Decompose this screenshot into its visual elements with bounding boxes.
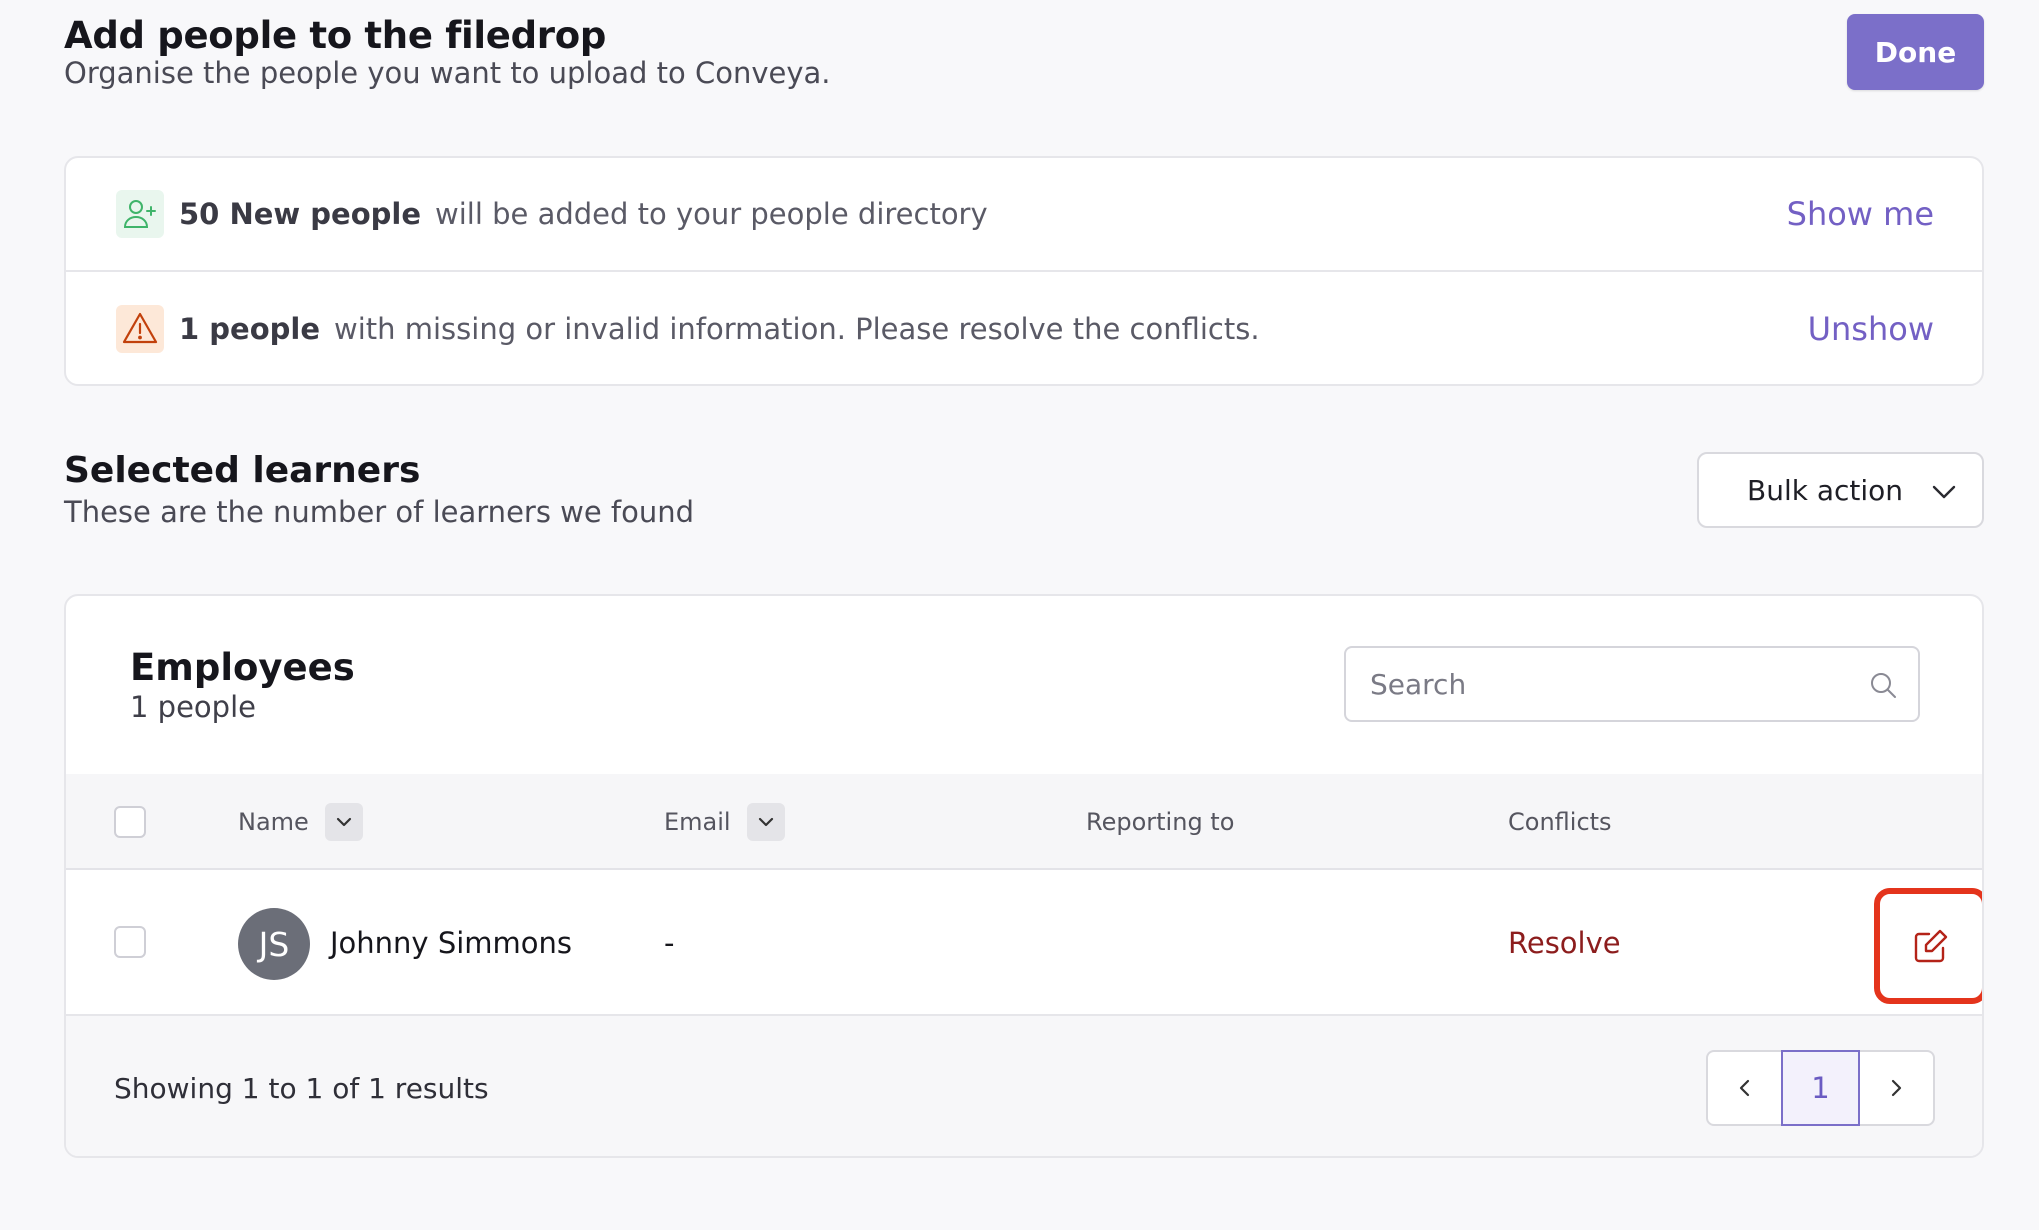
show-me-link[interactable]: Show me	[1787, 195, 1934, 233]
edit-button[interactable]	[1874, 888, 1982, 1004]
chevron-down-icon	[758, 817, 773, 827]
employees-card: Employees 1 people Name	[64, 594, 1984, 1158]
conflicts-notice: 1 people with missing or invalid informat…	[66, 272, 1982, 386]
email-sort-button[interactable]	[746, 803, 785, 841]
page-1-button[interactable]: 1	[1781, 1050, 1860, 1126]
search-input[interactable]	[1346, 648, 1826, 720]
user-plus-icon	[116, 190, 164, 238]
employees-title: Employees	[130, 646, 355, 689]
table-footer: Showing 1 to 1 of 1 results 1	[66, 1016, 1982, 1156]
employee-email: -	[664, 926, 675, 960]
conflicts-text: 1 people with missing or invalid informat…	[179, 312, 1260, 346]
page-subtitle: Organise the people you want to upload t…	[64, 56, 831, 90]
selected-learners-title: Selected learners	[64, 450, 421, 491]
selected-learners-subtitle: These are the number of learners we foun…	[64, 495, 695, 529]
bulk-action-dropdown[interactable]: Bulk action	[1697, 452, 1984, 528]
new-people-text: 50 New people will be added to your peopl…	[179, 197, 988, 231]
results-summary: Showing 1 to 1 of 1 results	[114, 1071, 489, 1105]
employee-name: Johnny Simmons	[330, 926, 573, 960]
chevron-down-icon	[336, 817, 351, 827]
bulk-action-label: Bulk action	[1747, 473, 1904, 507]
table-row: JS Johnny Simmons - Resolve	[66, 870, 1982, 1016]
new-people-notice: 50 New people will be added to your peopl…	[66, 158, 1982, 272]
avatar: JS	[238, 908, 310, 980]
table-header: Name Email Reporting to Conflicts	[66, 774, 1982, 870]
select-all-checkbox[interactable]	[114, 806, 146, 838]
edit-icon	[1914, 929, 1948, 963]
row-checkbox[interactable]	[114, 926, 146, 958]
page-title: Add people to the filedrop	[64, 14, 607, 57]
chevron-down-icon	[1928, 476, 1960, 515]
conflicts-count: 1 people	[179, 312, 320, 346]
notices-card: 50 New people will be added to your peopl…	[64, 156, 1984, 386]
new-people-description: will be added to your people directory	[435, 197, 988, 231]
unshow-link[interactable]: Unshow	[1808, 310, 1934, 348]
search-icon	[1868, 670, 1898, 704]
new-people-count: 50 New people	[179, 197, 421, 231]
resolve-link[interactable]: Resolve	[1508, 870, 1621, 1016]
chevron-right-icon	[1892, 1079, 1902, 1097]
done-button[interactable]: Done	[1847, 14, 1984, 90]
search-field[interactable]	[1344, 646, 1920, 722]
chevron-left-icon	[1739, 1079, 1749, 1097]
column-reporting-to-label: Reporting to	[1086, 808, 1235, 836]
next-page-button[interactable]	[1860, 1052, 1933, 1124]
column-reporting-to: Reporting to	[1086, 774, 1234, 870]
column-name: Name	[238, 774, 363, 870]
pagination: 1	[1706, 1050, 1935, 1126]
column-email-label: Email	[664, 808, 731, 836]
column-conflicts: Conflicts	[1508, 774, 1612, 870]
employees-count: 1 people	[130, 690, 256, 724]
warning-triangle-icon	[116, 305, 164, 353]
name-sort-button[interactable]	[324, 803, 363, 841]
column-name-label: Name	[238, 808, 309, 836]
page: Add people to the filedrop Organise the …	[0, 0, 2039, 1230]
conflicts-description: with missing or invalid information. Ple…	[334, 312, 1260, 346]
previous-page-button[interactable]	[1708, 1052, 1781, 1124]
column-email: Email	[664, 774, 785, 870]
column-conflicts-label: Conflicts	[1508, 808, 1612, 836]
